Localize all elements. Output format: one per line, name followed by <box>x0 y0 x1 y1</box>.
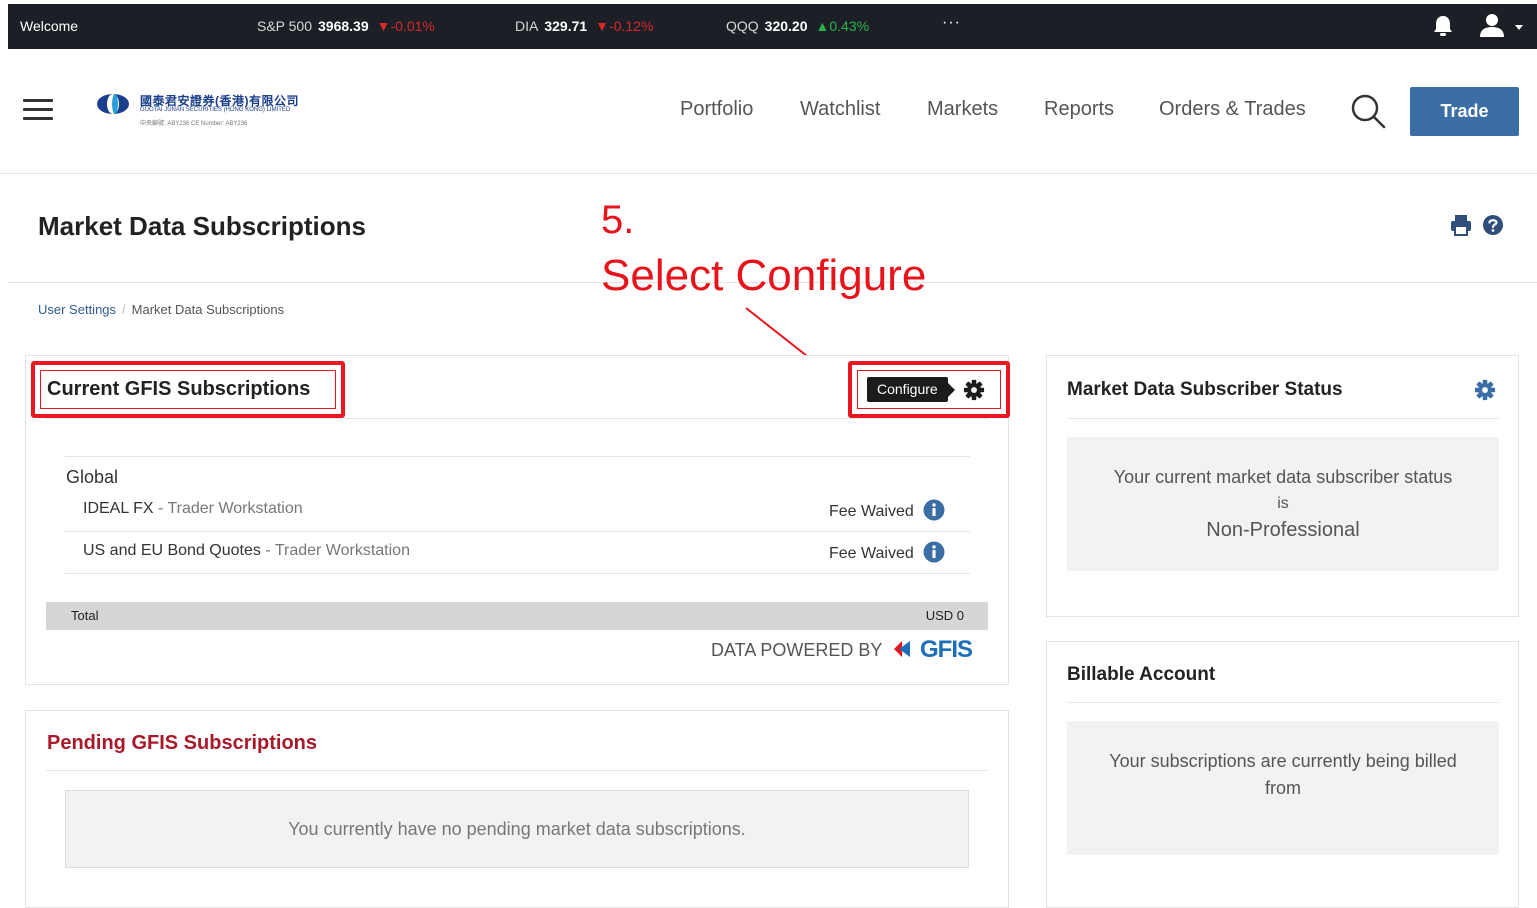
card-header-divider <box>46 770 988 771</box>
subscription-row: US and EU Bond Quotes - Trader Workstati… <box>65 532 970 574</box>
pending-empty-panel: You currently have no pending market dat… <box>65 790 969 868</box>
ticker-change: ▼-0.12% <box>595 18 654 34</box>
configure-tooltip: Configure <box>867 377 955 402</box>
status-message-line2: is <box>1277 495 1289 512</box>
annotation-step: 5. <box>601 198 635 242</box>
nav-markets[interactable]: Markets <box>927 98 998 121</box>
hamburger-menu-icon[interactable] <box>23 99 53 121</box>
company-logo[interactable]: 國泰君安證券(香港)有限公司 GUOTAI JUNAN SECURITIES (… <box>96 91 356 131</box>
search-icon[interactable] <box>1349 92 1387 130</box>
main-header: 國泰君安證券(香港)有限公司 GUOTAI JUNAN SECURITIES (… <box>0 49 1537 174</box>
logo-mark-icon <box>97 94 129 114</box>
logo-name-en: GUOTAI JUNAN SECURITIES (HONG KONG) LIMI… <box>140 107 291 113</box>
ticker-bar: Welcome S&P 500 3968.39 ▼-0.01% DIA 329.71 ▼… <box>8 4 1537 49</box>
info-icon[interactable] <box>923 541 945 563</box>
ticker-price: 320.20 <box>764 18 808 34</box>
group-divider <box>65 456 970 457</box>
subscription-name: US and EU Bond Quotes - Trader Workstati… <box>83 542 410 559</box>
ticker-item-spx[interactable]: S&P 500 3968.39 ▼-0.01% <box>257 18 435 34</box>
info-icon[interactable] <box>923 499 945 521</box>
help-icon[interactable] <box>1482 214 1504 236</box>
pending-subscriptions-title: Pending GFIS Subscriptions <box>47 732 318 754</box>
powered-by-text: DATA POWERED BY <box>711 640 883 660</box>
trade-button[interactable]: Trade <box>1410 87 1519 136</box>
breadcrumb-current: Market Data Subscriptions <box>131 302 285 317</box>
welcome-text: Welcome <box>20 18 79 34</box>
breadcrumb-separator: / <box>122 302 126 317</box>
subscription-group-label: Global <box>66 467 119 487</box>
breadcrumb-user-settings[interactable]: User Settings <box>38 302 116 317</box>
ticker-change: ▲0.43% <box>815 18 870 34</box>
ticker-price: 3968.39 <box>318 18 369 34</box>
total-label: Total <box>71 608 99 623</box>
gfis-logo-text: GFIS <box>920 636 973 663</box>
ticker-item-dia[interactable]: DIA 329.71 ▼-0.12% <box>515 18 653 34</box>
configure-gear-icon[interactable] <box>963 379 985 401</box>
status-message-line1: Your current market data subscriber stat… <box>1113 467 1453 487</box>
ticker-symbol: DIA <box>515 18 539 34</box>
ticker-symbol: QQQ <box>726 18 759 34</box>
print-icon[interactable] <box>1450 214 1472 236</box>
card-header-divider <box>1067 702 1499 703</box>
nav-orders-trades[interactable]: Orders & Trades <box>1159 98 1306 121</box>
gfis-logo-icon <box>894 641 910 657</box>
ticker-change: ▼-0.01% <box>376 18 435 34</box>
current-subscriptions-title: Current GFIS Subscriptions <box>47 378 311 400</box>
billable-message-line2: from <box>1265 778 1301 798</box>
ticker-symbol: S&P 500 <box>257 18 313 34</box>
subscriber-status-title: Market Data Subscriber Status <box>1067 379 1343 400</box>
breadcrumb: User Settings / Market Data Subscriptions <box>38 302 284 317</box>
total-bar: Total USD 0 <box>46 602 988 630</box>
page-title: Market Data Subscriptions <box>38 211 366 241</box>
ticker-more-button[interactable]: ··· <box>942 14 961 32</box>
ticker-price: 329.71 <box>544 18 588 34</box>
status-gear-icon[interactable] <box>1474 379 1496 401</box>
card-header-divider <box>1067 418 1499 419</box>
billable-account-title: Billable Account <box>1067 664 1216 685</box>
ticker-item-qqq[interactable]: QQQ 320.20 ▲0.43% <box>726 18 869 34</box>
subscription-row: IDEAL FX - Trader Workstation Fee Waived <box>65 490 970 532</box>
page: Welcome S&P 500 3968.39 ▼-0.01% DIA 329.71 ▼… <box>0 0 1537 908</box>
subscription-fee: Fee Waived <box>829 545 914 562</box>
bell-icon[interactable] <box>1432 14 1454 38</box>
card-header-divider <box>46 418 988 419</box>
annotation-text: Select Configure <box>601 251 927 300</box>
nav-watchlist[interactable]: Watchlist <box>800 98 880 121</box>
nav-portfolio[interactable]: Portfolio <box>680 98 753 121</box>
total-value: USD 0 <box>925 608 964 623</box>
status-value: Non-Professional <box>1206 519 1360 541</box>
user-menu-icon[interactable] <box>1478 13 1524 39</box>
subscriber-status-panel: Your current market data subscriber stat… <box>1067 437 1499 571</box>
nav-reports[interactable]: Reports <box>1044 98 1114 121</box>
billable-account-panel: Your subscriptions are currently being b… <box>1067 721 1499 855</box>
subscription-name: IDEAL FX - Trader Workstation <box>83 500 303 517</box>
logo-ce-number: 中央編號: ABY236 CE Number: ABY236 <box>140 121 248 127</box>
subscription-fee: Fee Waived <box>829 503 914 520</box>
billable-message-line1: Your subscriptions are currently being b… <box>1109 751 1457 771</box>
pending-empty-message: You currently have no pending market dat… <box>288 819 746 839</box>
